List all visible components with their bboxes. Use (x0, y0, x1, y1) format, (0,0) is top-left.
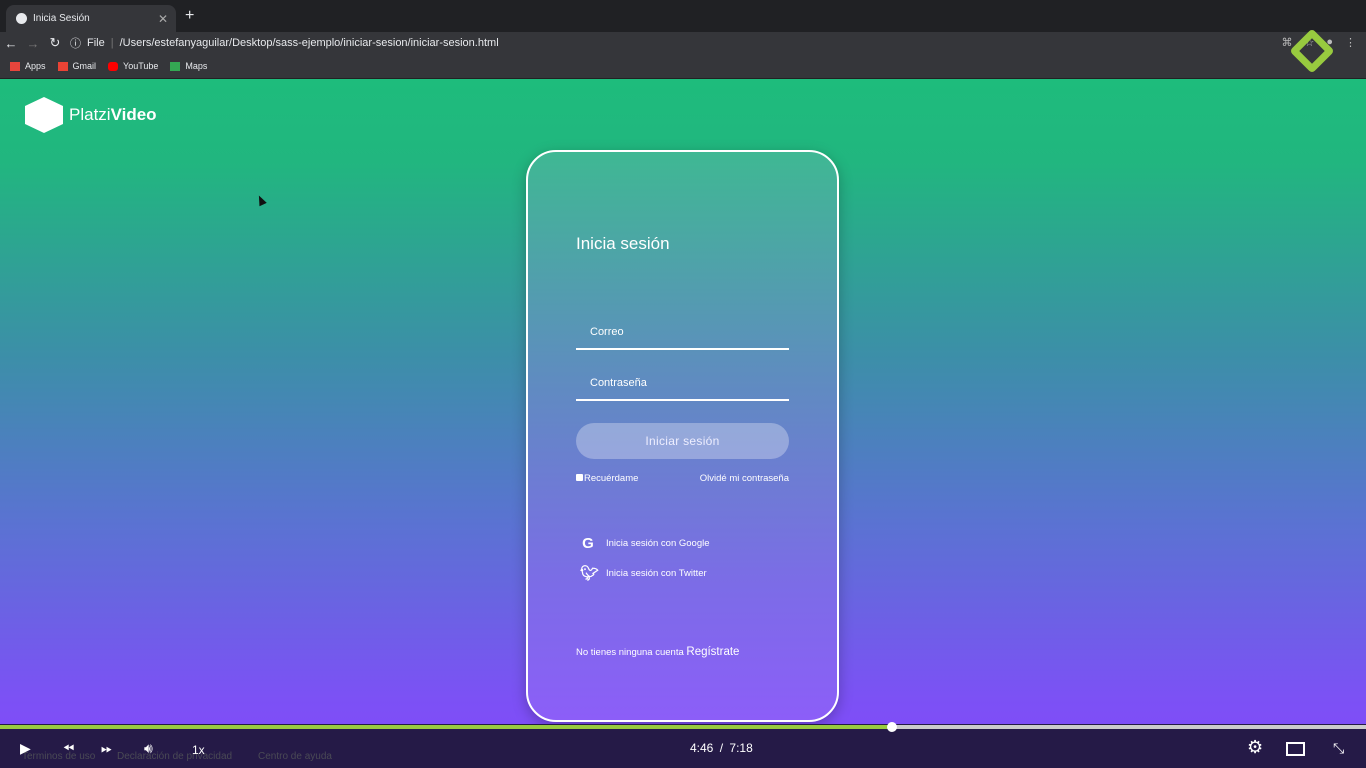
reload-button[interactable]: ↻ (44, 35, 66, 51)
remember-me[interactable]: Recuérdame (576, 473, 638, 484)
google-label: Inicia sesión con Google (606, 538, 710, 549)
google-login-button[interactable]: G Inicia sesión con Google (580, 535, 710, 552)
password-input[interactable]: Contraseña (576, 373, 789, 401)
remember-checkbox[interactable] (576, 474, 583, 481)
gmail-icon (57, 61, 68, 71)
platzivideo-logo[interactable]: Platzi Video (25, 97, 157, 133)
bookmark-label: Gmail (72, 61, 97, 71)
bookmark-label: Apps (25, 61, 46, 71)
fast-forward-icon[interactable]: ⏩︎ (101, 740, 112, 757)
twitter-label: Inicia sesión con Twitter (606, 567, 707, 579)
youtube-icon (108, 61, 119, 71)
maps-icon (170, 61, 181, 71)
forgot-password-link[interactable]: Olvidé mi contraseña (700, 473, 789, 484)
bookmark-label: YouTube (123, 61, 159, 71)
footer-link-terms[interactable]: Terminos de uso (22, 751, 95, 762)
back-button[interactable]: ← (0, 36, 22, 51)
new-tab-button[interactable]: + (185, 7, 194, 25)
bookmark-label: Maps (185, 61, 208, 71)
no-account-text: No tienes ninguna cuenta (576, 647, 684, 658)
twitter-icon: 🐦︎ (580, 565, 600, 582)
bookmarks-bar: Apps Gmail YouTube Maps (0, 54, 1366, 79)
google-icon: G (582, 535, 594, 552)
globe-icon (16, 13, 27, 24)
volume-icon[interactable]: 🔊︎ (144, 740, 153, 757)
bookmark-maps[interactable]: Maps (170, 61, 207, 71)
address-bar[interactable]: ⓘ File | /Users/estefanyaguilar/Desktop/s… (70, 35, 499, 51)
current-time: 4:46 (690, 741, 714, 755)
rewind-icon[interactable]: ⏪︎ (63, 740, 74, 757)
footer-link-privacy[interactable]: Declaración de privacidad (117, 751, 232, 762)
url-text: /Users/estefanyaguilar/Desktop/sass-ejem… (119, 37, 499, 49)
brand-name: Platzi (69, 105, 111, 124)
time-display: 4:46 / 7:18 (690, 741, 753, 755)
signup-prompt: No tienes ninguna cuenta Regístrate (576, 646, 739, 658)
footer-link-help[interactable]: Centro de ayuda (258, 751, 332, 762)
exit-fullscreen-icon[interactable]: ⤡ (1333, 740, 1344, 757)
navigation-bar: ← → ↻ ⓘ File | /Users/estefanyaguilar/Des… (0, 32, 1366, 54)
video-player-controls: Terminos de uso Declaración de privacida… (0, 722, 1366, 768)
bookmark-apps[interactable]: Apps (10, 61, 46, 71)
forward-button[interactable]: → (22, 36, 44, 51)
close-tab-icon[interactable]: ✕ (158, 12, 168, 26)
email-input[interactable]: Correo (576, 322, 789, 350)
info-icon: ⓘ (70, 38, 81, 50)
translate-icon[interactable]: ⌘ (1281, 36, 1292, 49)
bookmark-youtube[interactable]: YouTube (108, 61, 158, 71)
remember-label: Recuérdame (584, 473, 639, 484)
cube-logo-icon (25, 97, 63, 133)
progress-bar[interactable] (0, 722, 1366, 732)
browser-tab[interactable]: Inicia Sesión ✕ (6, 5, 176, 32)
settings-gear-icon[interactable]: ⚙ (1247, 737, 1263, 758)
login-card: Inicia sesión Correo Contraseña Iniciar … (526, 150, 839, 722)
progress-handle[interactable] (886, 722, 897, 732)
tab-title: Inicia Sesión (33, 13, 90, 24)
mouse-cursor-icon (255, 193, 267, 207)
time-separator: / (719, 741, 724, 755)
twitter-login-button[interactable]: 🐦︎ Inicia sesión con Twitter (580, 564, 707, 582)
url-scheme: File (87, 37, 105, 49)
page-content: Platzi Video Inicia sesión Correo Contras… (0, 28, 1366, 768)
bookmark-gmail[interactable]: Gmail (57, 61, 97, 71)
register-link[interactable]: Regístrate (686, 646, 739, 658)
apps-grid-icon (10, 61, 20, 71)
play-icon[interactable]: ▶ (20, 740, 31, 757)
picture-in-picture-icon[interactable] (1286, 742, 1305, 756)
tab-strip: Inicia Sesión ✕ + (0, 0, 1366, 32)
progress-fill (0, 725, 892, 729)
login-button[interactable]: Iniciar sesión (576, 423, 789, 459)
brand-name-bold: Video (110, 105, 157, 124)
speed-button[interactable]: 1x (192, 743, 205, 757)
menu-icon[interactable]: ⋮ (1345, 36, 1356, 49)
duration: 7:18 (729, 741, 753, 755)
page-title: Inicia sesión (576, 234, 670, 253)
